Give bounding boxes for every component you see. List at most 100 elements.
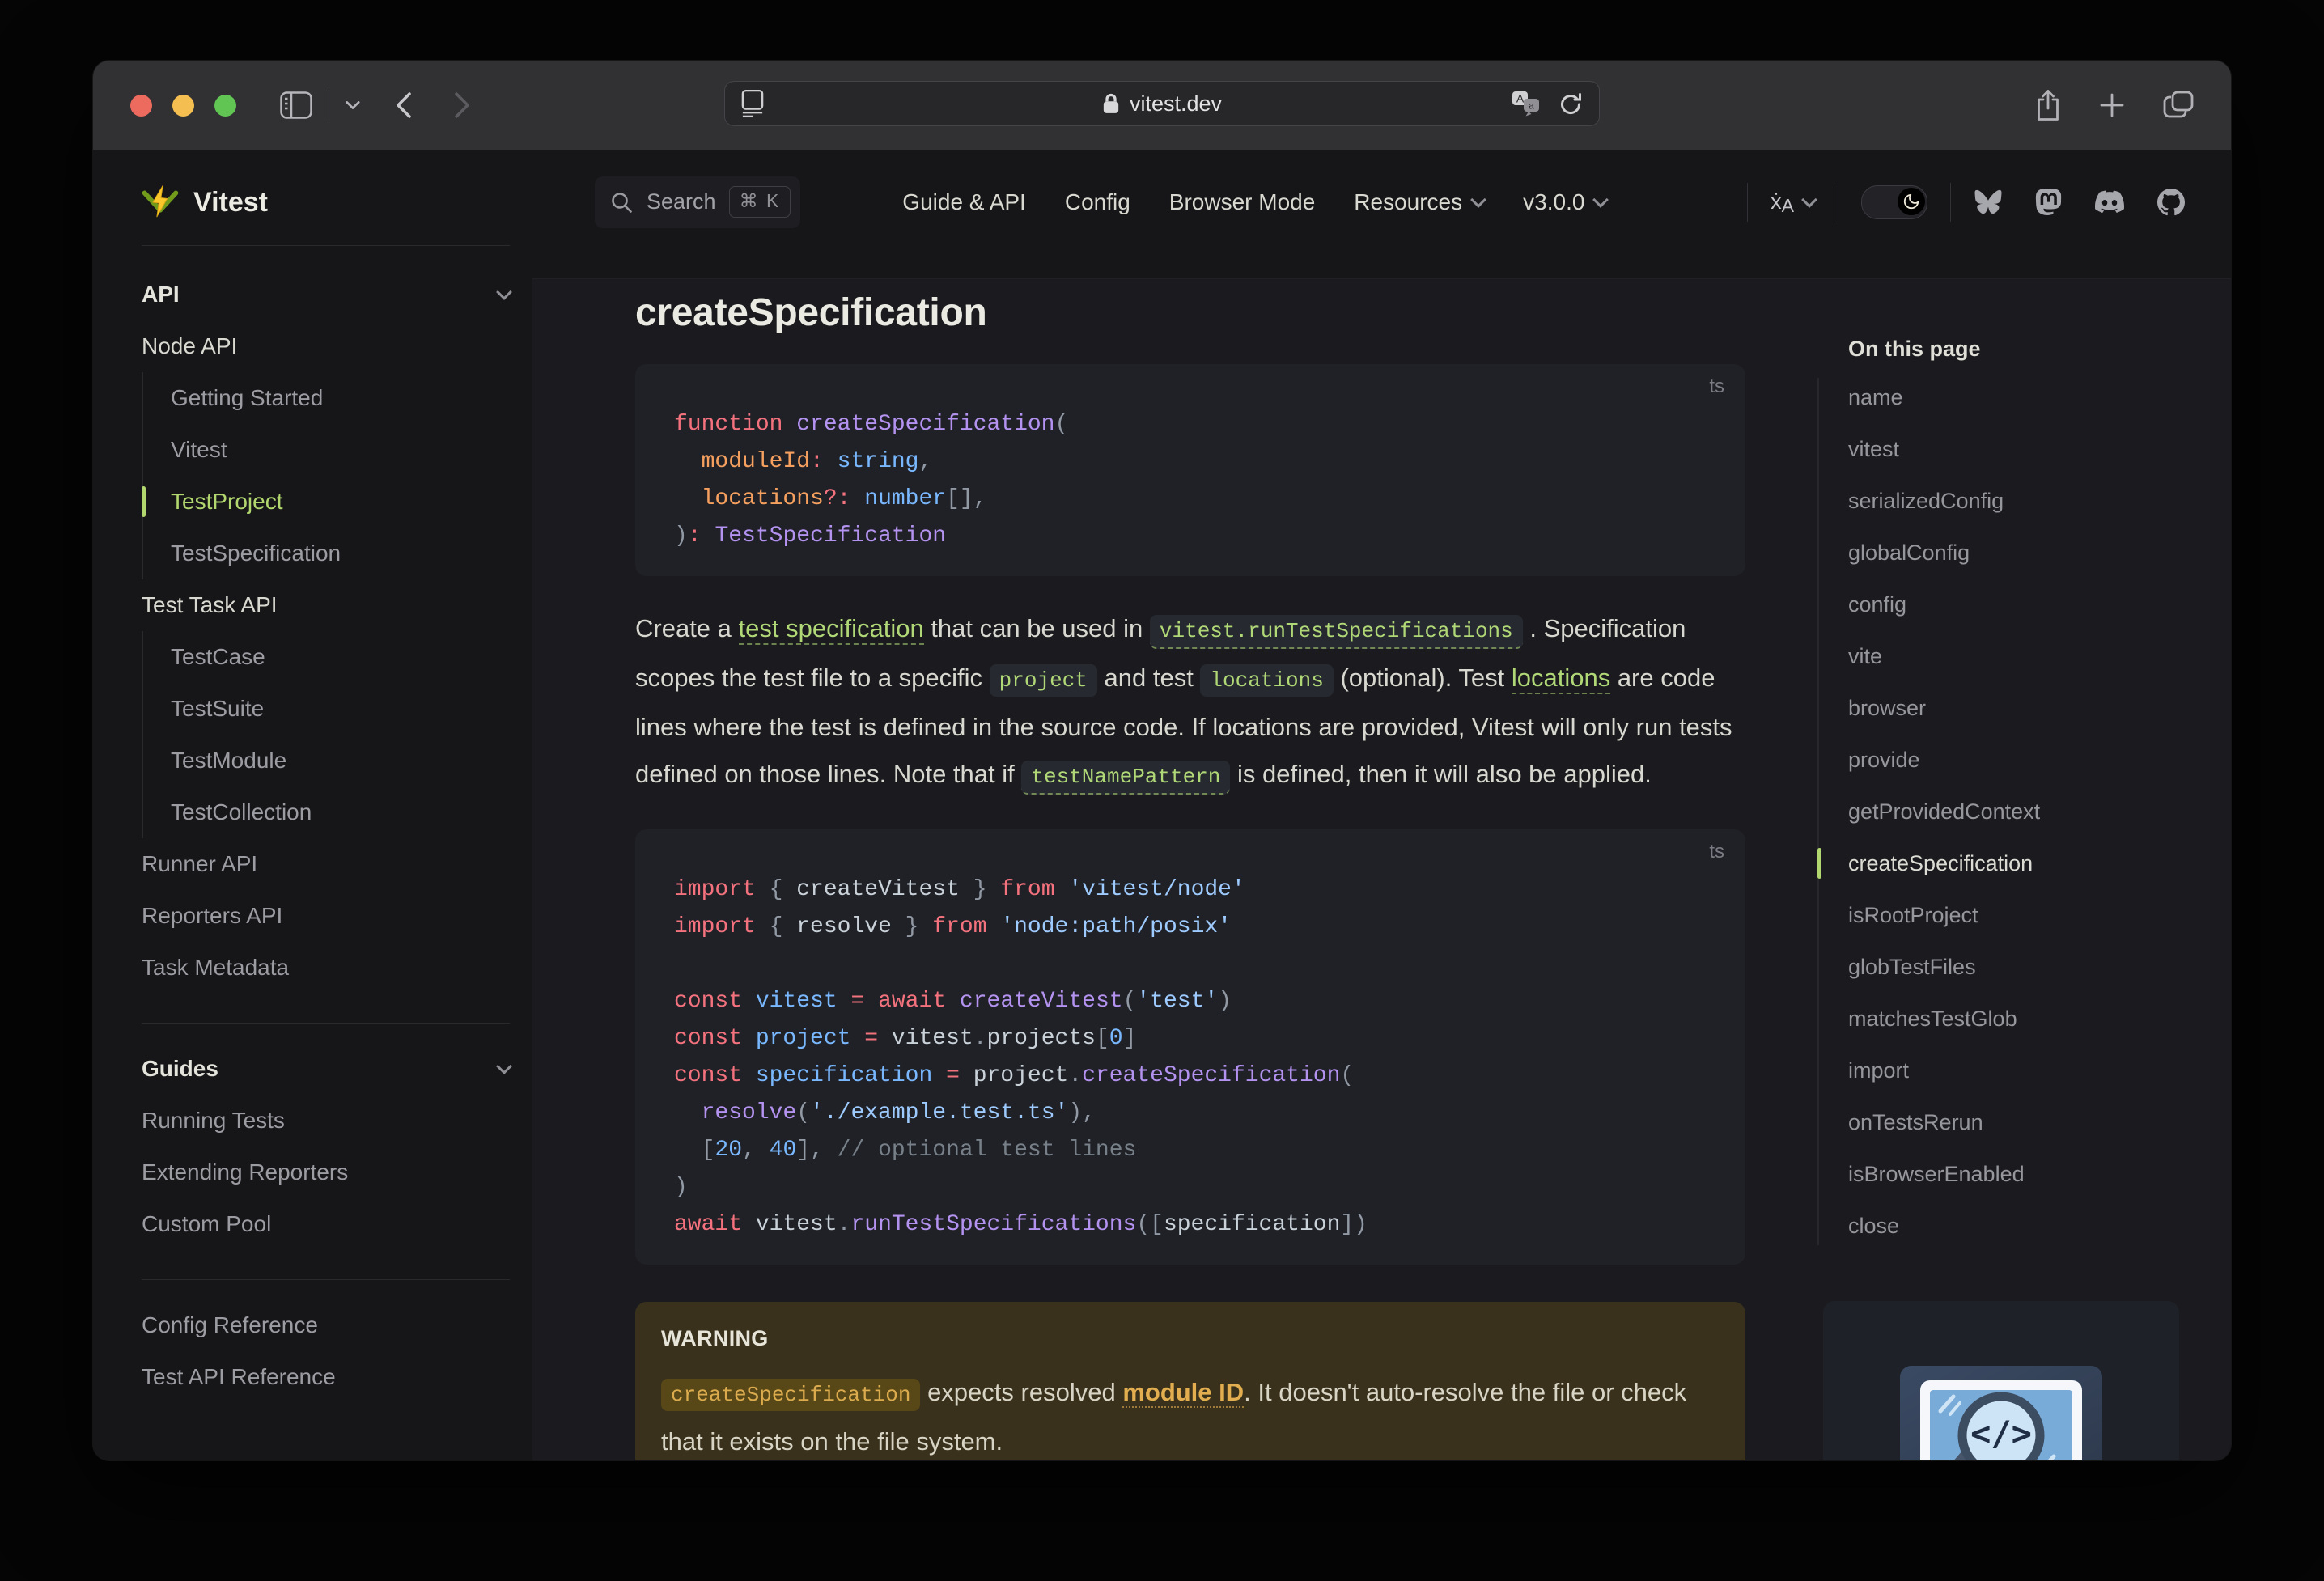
nav-link-guide-api[interactable]: Guide & API <box>902 189 1026 215</box>
outline-item-serializedconfig[interactable]: serializedConfig <box>1817 475 2183 527</box>
forward-button[interactable] <box>454 91 470 119</box>
outline-item-isrootproject[interactable]: isRootProject <box>1817 889 2183 941</box>
sidebar-section-api[interactable]: API <box>142 269 512 320</box>
translate-page-icon[interactable]: A a <box>1512 91 1541 117</box>
sidebar-item-test-api-reference[interactable]: Test API Reference <box>142 1351 510 1403</box>
outline-item-globtestfiles[interactable]: globTestFiles <box>1817 941 2183 993</box>
new-tab-icon[interactable] <box>2098 91 2126 119</box>
reader-view-icon[interactable] <box>741 88 764 119</box>
chevron-down-icon <box>1801 191 1817 208</box>
sidebar-item-vitest[interactable]: Vitest <box>171 424 510 476</box>
sidebar-item-extending-reporters[interactable]: Extending Reporters <box>142 1147 510 1198</box>
code-block-signature: ts function createSpecification( moduleI… <box>635 364 1745 576</box>
sidebar-section-guides[interactable]: Guides <box>142 1043 512 1095</box>
text: Create a <box>635 614 739 642</box>
svg-text:A: A <box>1516 92 1525 105</box>
doc-paragraph: Create a test specification that can be … <box>635 605 1745 800</box>
language-menu[interactable]: ẋA <box>1771 189 1817 216</box>
translate-icon: ẋ <box>1771 189 1782 214</box>
outline-item-provide[interactable]: provide <box>1817 734 2183 786</box>
sidebar-nested-group: TestCase TestSuite TestModule TestCollectio… <box>142 631 510 838</box>
outline-item-close[interactable]: close <box>1817 1200 2183 1252</box>
chevron-down-icon <box>1592 191 1609 208</box>
outline-item-config[interactable]: config <box>1817 579 2183 630</box>
sidebar-item-node-api[interactable]: Node API <box>142 320 510 372</box>
window-action-buttons <box>2035 89 2194 121</box>
nav-link-browser-mode[interactable]: Browser Mode <box>1169 189 1316 215</box>
outline-item-browser[interactable]: browser <box>1817 682 2183 734</box>
github-icon[interactable] <box>2157 188 2185 216</box>
nav-utilities: ẋA <box>1724 182 2185 222</box>
minimize-window-button[interactable] <box>172 94 194 117</box>
discord-icon[interactable] <box>2094 190 2125 214</box>
on-this-page-outline: On this page name vitest serializedConfig g… <box>1817 331 2183 1252</box>
inline-code-link-testnamepattern[interactable]: testNamePattern <box>1021 761 1231 795</box>
code-lang-badge: ts <box>1709 375 1724 397</box>
sidebar-item-testmodule[interactable]: TestModule <box>171 735 510 786</box>
doc-link-module-id[interactable]: module ID <box>1122 1378 1245 1408</box>
outline-item-matchestestglob[interactable]: matchesTestGlob <box>1817 993 2183 1045</box>
sidebar-nested-group: Getting Started Vitest TestProject TestSpec… <box>142 372 510 579</box>
code-lang-badge: ts <box>1709 841 1724 863</box>
outline-item-import[interactable]: import <box>1817 1045 2183 1096</box>
sidebar-item-config-reference[interactable]: Config Reference <box>142 1299 510 1351</box>
sidebar-divider <box>142 245 510 246</box>
browser-titlebar: vitest.dev A a <box>93 61 2231 150</box>
outline-item-getprovidedcontext[interactable]: getProvidedContext <box>1817 786 2183 837</box>
outline-item-globalconfig[interactable]: globalConfig <box>1817 527 2183 579</box>
address-bar[interactable]: vitest.dev A a <box>724 81 1600 126</box>
share-icon[interactable] <box>2035 89 2061 121</box>
sidebar-item-testspecification[interactable]: TestSpecification <box>171 528 510 579</box>
reload-icon[interactable] <box>1559 91 1583 117</box>
doc-link-test-specification[interactable]: test specification <box>738 614 924 645</box>
outline-item-vitest[interactable]: vitest <box>1817 423 2183 475</box>
desktop-background: vitest.dev A a Vitest API Node API Getti… <box>0 0 2324 1581</box>
search-button[interactable]: Search ⌘ K <box>595 176 801 228</box>
sidebar-item-testsuite[interactable]: TestSuite <box>171 683 510 735</box>
sidebar-item-testcollection[interactable]: TestCollection <box>171 786 510 838</box>
sidebar-item-running-tests[interactable]: Running Tests <box>142 1095 510 1147</box>
social-links <box>1974 188 2185 216</box>
sidebar-item-runner-api[interactable]: Runner API <box>142 838 510 890</box>
outline-list: name vitest serializedConfig globalConfig co… <box>1817 371 2183 1252</box>
main-column: Search ⌘ K Guide & API Config Browser Mode… <box>532 150 2231 1460</box>
back-button[interactable] <box>396 91 412 119</box>
sidebar-toggle-icon[interactable] <box>280 91 312 119</box>
outline-item-vite[interactable]: vite <box>1817 630 2183 682</box>
sidebar-item-task-metadata[interactable]: Task Metadata <box>142 942 510 994</box>
docs-sidebar: Vitest API Node API Getting Started Vitest T… <box>93 150 532 1460</box>
outline-item-ontestsrerun[interactable]: onTestsRerun <box>1817 1096 2183 1148</box>
doc-content-area: createSpecification ts function createSp… <box>532 279 2231 1460</box>
nav-link-config[interactable]: Config <box>1065 189 1130 215</box>
sidebar-item-test-task-api[interactable]: Test Task API <box>142 579 510 631</box>
chevron-down-icon[interactable] <box>346 100 360 110</box>
nav-dropdown-resources[interactable]: Resources <box>1354 189 1487 215</box>
theme-toggle[interactable] <box>1861 184 1927 219</box>
text: is defined, then it will also be applied… <box>1230 760 1652 788</box>
url-host: vitest.dev <box>1129 91 1223 116</box>
doc-link-locations[interactable]: locations <box>1511 663 1611 694</box>
mastodon-icon[interactable] <box>2035 188 2062 216</box>
text: that can be used in <box>923 614 1150 642</box>
sidebar-nav: API Node API Getting Started Vitest TestProj… <box>142 269 512 1403</box>
chevron-down-icon <box>496 1058 512 1074</box>
close-window-button[interactable] <box>130 94 152 117</box>
doc-article: createSpecification ts function createSp… <box>635 279 1745 1460</box>
site-logo[interactable]: Vitest <box>142 176 510 229</box>
nav-dropdown-v3-0-0[interactable]: v3.0.0 <box>1523 189 1609 215</box>
sidebar-item-getting-started[interactable]: Getting Started <box>171 372 510 424</box>
outline-item-createspecification[interactable]: createSpecification <box>1817 837 2183 889</box>
sidebar-item-reporters-api[interactable]: Reporters API <box>142 890 510 942</box>
sidebar-item-testproject[interactable]: TestProject <box>142 476 510 528</box>
zoom-window-button[interactable] <box>214 94 236 117</box>
tab-overview-icon[interactable] <box>2163 91 2194 120</box>
sidebar-item-testcase[interactable]: TestCase <box>171 631 510 683</box>
sponsor-ad-card[interactable]: </> <box>1823 1301 2179 1460</box>
outline-item-name[interactable]: name <box>1817 371 2183 423</box>
sidebar-item-custom-pool[interactable]: Custom Pool <box>142 1198 510 1250</box>
outline-item-isbrowserenabled[interactable]: isBrowserEnabled <box>1817 1148 2183 1200</box>
svg-text:a: a <box>1529 100 1534 112</box>
inline-code-link-vitest-runtestspecifications[interactable]: vitest.runTestSpecifications <box>1149 615 1523 649</box>
bluesky-icon[interactable] <box>1974 189 2003 215</box>
inline-code: project <box>989 664 1097 697</box>
